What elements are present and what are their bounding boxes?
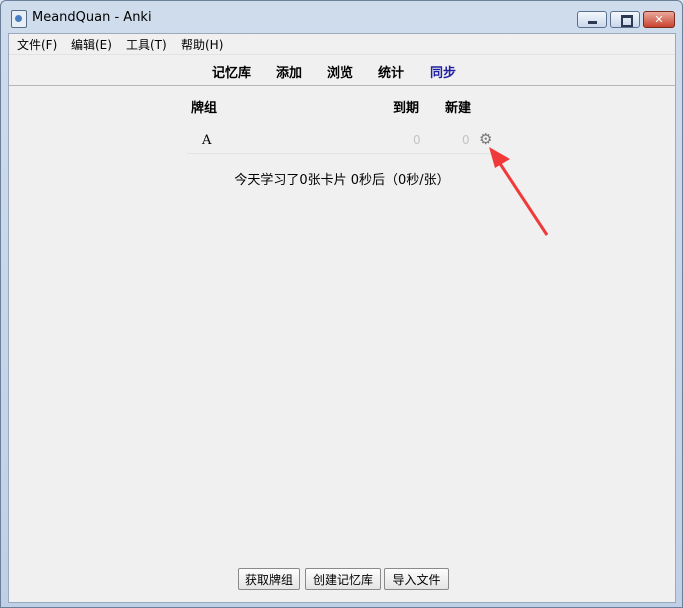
- anki-window: MeandQuan - Anki ✕ 文件(F) 编辑(E) 工具(T) 帮助(…: [0, 0, 683, 608]
- annotation-arrow-icon: [489, 147, 549, 236]
